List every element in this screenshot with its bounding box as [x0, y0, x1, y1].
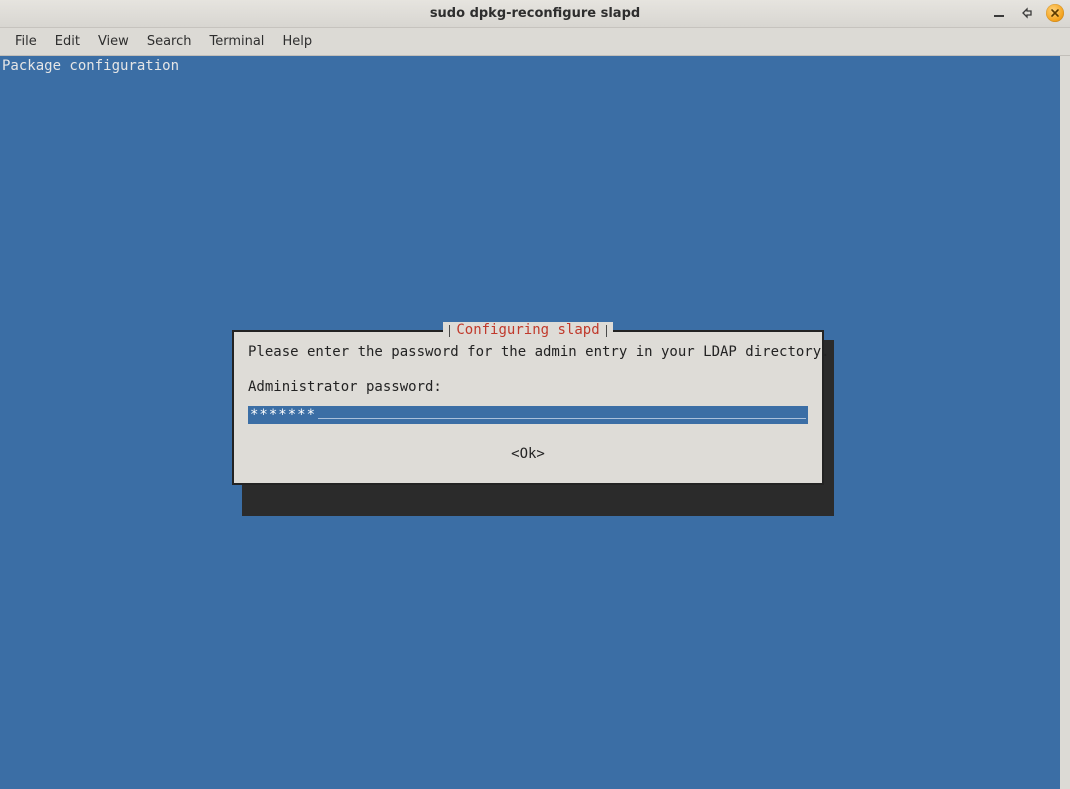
- password-value: *******: [250, 407, 316, 424]
- minimize-button[interactable]: [990, 4, 1008, 22]
- minimize-icon: [993, 7, 1005, 19]
- terminal-header-line: Package configuration: [2, 58, 179, 75]
- titlebar: sudo dpkg-reconfigure slapd: [0, 0, 1070, 28]
- config-dialog: Configuring slapd Please enter the passw…: [232, 330, 824, 485]
- menubar: File Edit View Search Terminal Help: [0, 28, 1070, 56]
- password-underline: [318, 418, 806, 419]
- ok-button[interactable]: <Ok>: [511, 446, 545, 463]
- menu-terminal[interactable]: Terminal: [200, 30, 273, 53]
- terminal-scrollbar[interactable]: [1060, 56, 1070, 789]
- maximize-button[interactable]: [1018, 4, 1036, 22]
- menu-view[interactable]: View: [89, 30, 138, 53]
- menu-edit[interactable]: Edit: [46, 30, 89, 53]
- terminal[interactable]: Package configuration Configuring slapd …: [0, 56, 1070, 789]
- password-input[interactable]: *******: [248, 406, 808, 424]
- dialog-prompt: Please enter the password for the admin …: [248, 344, 808, 361]
- close-icon: [1050, 8, 1060, 18]
- menu-search[interactable]: Search: [138, 30, 201, 53]
- close-button[interactable]: [1046, 4, 1064, 22]
- password-label: Administrator password:: [248, 379, 808, 396]
- menu-file[interactable]: File: [6, 30, 46, 53]
- window-title: sudo dpkg-reconfigure slapd: [430, 6, 640, 21]
- maximize-icon: [1021, 7, 1033, 19]
- menu-help[interactable]: Help: [273, 30, 321, 53]
